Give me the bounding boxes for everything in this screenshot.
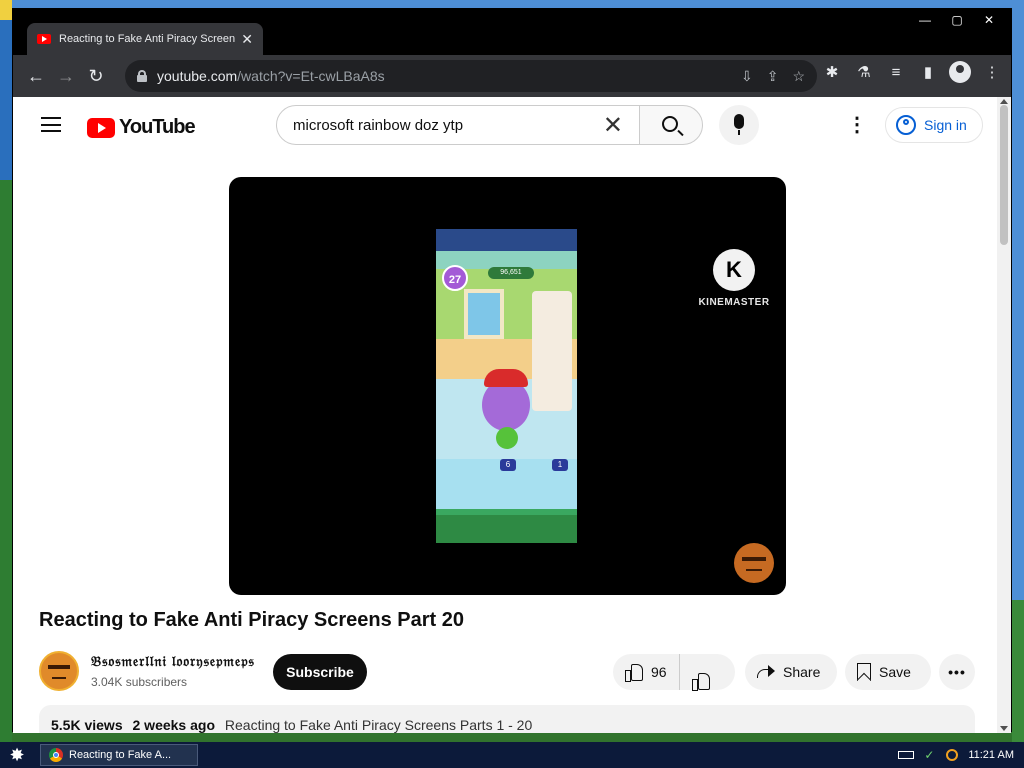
description-text: Reacting to Fake Anti Piracy Screens Par… bbox=[224, 717, 533, 733]
game-fridge-art bbox=[532, 291, 572, 411]
kinemaster-logo-icon: K bbox=[713, 249, 755, 291]
hamburger-menu-icon[interactable] bbox=[41, 117, 61, 132]
maximize-button[interactable]: ▢ bbox=[943, 11, 971, 29]
video-player[interactable]: 27 96,651 6 1 K KINEMASTER bbox=[229, 177, 786, 595]
share-arrow-icon bbox=[757, 665, 775, 679]
youtube-header: YouTube microsoft rainbow doz ytp ✕ ⋮ Si… bbox=[13, 97, 999, 153]
tab-close-icon[interactable]: ✕ bbox=[241, 31, 253, 48]
kinemaster-text: KINEMASTER bbox=[698, 297, 770, 308]
voice-search-button[interactable] bbox=[719, 105, 759, 145]
taskbar-browser-item[interactable]: Reacting to Fake A... bbox=[40, 744, 198, 766]
url-host: youtube.com bbox=[157, 68, 238, 84]
omnibox-actions: ⇩ ⇪ ☆ bbox=[741, 68, 805, 85]
scroll-up-arrow-icon[interactable] bbox=[1000, 99, 1008, 104]
media-queue-icon[interactable]: ≡ bbox=[885, 64, 907, 81]
game-coins: 96,651 bbox=[488, 267, 534, 279]
subscribe-button[interactable]: Subscribe bbox=[273, 654, 367, 690]
tray-search-icon[interactable] bbox=[946, 749, 959, 761]
keyboard-icon[interactable] bbox=[898, 751, 915, 759]
search-icon bbox=[662, 116, 678, 132]
address-bar[interactable]: youtube.com/watch?v=Et-cwLBaA8s ⇩ ⇪ ☆ bbox=[125, 60, 817, 92]
browser-tab[interactable]: Reacting to Fake Anti Piracy Screens Par… bbox=[27, 23, 263, 55]
kinemaster-watermark: K KINEMASTER bbox=[695, 249, 773, 308]
channel-avatar[interactable] bbox=[39, 651, 79, 691]
video-frame-game: 27 96,651 6 1 bbox=[436, 229, 577, 543]
channel-name[interactable]: 𝔅𝔰𝔬𝔰𝔪𝔢𝔯𝔩𝔩𝔫𝔦 𝔩𝔬𝔬𝔯𝔶𝔰𝔢𝔭𝔪𝔢𝔭𝔰 bbox=[91, 653, 255, 670]
view-count: 5.5K views bbox=[51, 717, 123, 733]
game-counter-left: 6 bbox=[500, 459, 516, 471]
scrollbar-thumb[interactable] bbox=[1000, 105, 1008, 245]
thumbs-up-icon bbox=[625, 663, 643, 682]
system-tray: ✓ 11:21 AM bbox=[898, 742, 1014, 768]
sign-in-button[interactable]: Sign in bbox=[885, 107, 983, 143]
taskbar: ✸ Reacting to Fake A... ✓ 11:21 AM bbox=[0, 742, 1024, 768]
youtube-page: YouTube microsoft rainbow doz ytp ✕ ⋮ Si… bbox=[13, 97, 999, 733]
minimize-button[interactable]: — bbox=[911, 11, 939, 29]
youtube-favicon-icon bbox=[37, 34, 51, 44]
share-label: Share bbox=[783, 664, 821, 680]
microphone-icon bbox=[734, 114, 744, 129]
tab-title: Reacting to Fake Anti Piracy Screens Par… bbox=[59, 33, 236, 45]
browser-toolbar: ← → ↻ youtube.com/watch?v=Et-cwLBaA8s ⇩ … bbox=[13, 55, 1011, 97]
upload-age: 2 weeks ago bbox=[132, 717, 216, 733]
url-text[interactable]: youtube.com/watch?v=Et-cwLBaA8s bbox=[157, 68, 741, 84]
share-page-icon[interactable]: ⇪ bbox=[767, 68, 779, 85]
search-button[interactable] bbox=[639, 105, 703, 145]
settings-kebab-icon[interactable]: ⋮ bbox=[847, 115, 867, 135]
start-button[interactable]: ✸ bbox=[0, 742, 34, 768]
side-panel-icon[interactable]: ▮ bbox=[917, 63, 939, 81]
page-scrollbar[interactable] bbox=[997, 97, 1011, 733]
install-app-icon[interactable]: ⇩ bbox=[741, 68, 753, 85]
microphone-stand bbox=[738, 130, 740, 135]
forward-arrow-icon[interactable]: → bbox=[51, 61, 81, 91]
clear-search-icon[interactable]: ✕ bbox=[603, 111, 623, 140]
toolbar-right-icons: ✱ ⚗ ≡ ▮ ⋮ bbox=[821, 61, 1003, 83]
video-title: Reacting to Fake Anti Piracy Screens Par… bbox=[39, 609, 464, 631]
game-window-art bbox=[464, 289, 504, 339]
description-box[interactable]: 5.5K views 2 weeks ago Reacting to Fake … bbox=[39, 705, 975, 733]
more-actions-button[interactable]: ••• bbox=[939, 654, 975, 690]
save-label: Save bbox=[879, 664, 911, 680]
save-button[interactable]: Save bbox=[845, 654, 931, 690]
game-counter-right: 1 bbox=[552, 459, 568, 471]
taskbar-item-label: Reacting to Fake A... bbox=[69, 749, 172, 761]
subscriber-count: 3.04K subscribers bbox=[91, 675, 188, 689]
lock-icon bbox=[137, 70, 147, 82]
share-button[interactable]: Share bbox=[745, 654, 837, 690]
network-icon[interactable]: ✓ bbox=[924, 749, 936, 761]
youtube-logo-text: YouTube bbox=[119, 116, 196, 138]
like-count: 96 bbox=[651, 664, 667, 680]
youtube-play-icon bbox=[87, 117, 115, 138]
chrome-icon bbox=[49, 748, 63, 762]
sign-in-label: Sign in bbox=[924, 117, 967, 133]
browser-window: Reacting to Fake Anti Piracy Screens Par… bbox=[12, 8, 1012, 733]
search-input[interactable]: microsoft rainbow doz ytp ✕ bbox=[276, 105, 640, 145]
youtube-logo[interactable]: YouTube bbox=[87, 116, 196, 139]
desktop-edge-left bbox=[0, 0, 12, 742]
account-icon bbox=[896, 115, 916, 135]
bookmark-star-icon[interactable]: ☆ bbox=[792, 68, 805, 85]
desktop-edge-right bbox=[1012, 0, 1024, 742]
window-controls: — ▢ ✕ bbox=[911, 11, 1003, 29]
reload-icon[interactable]: ↻ bbox=[81, 61, 111, 91]
back-arrow-icon[interactable]: ← bbox=[21, 61, 51, 91]
close-window-button[interactable]: ✕ bbox=[975, 11, 1003, 29]
game-bottom-bar bbox=[436, 515, 577, 543]
scroll-down-arrow-icon[interactable] bbox=[1000, 726, 1008, 731]
search-query-text[interactable]: microsoft rainbow doz ytp bbox=[293, 117, 603, 134]
browser-menu-icon[interactable]: ⋮ bbox=[981, 63, 1003, 81]
game-apple-icon bbox=[496, 427, 518, 449]
game-pet-character bbox=[482, 369, 530, 431]
like-button[interactable]: 96 bbox=[613, 654, 680, 690]
like-dislike-group: 96 bbox=[613, 654, 735, 690]
extensions-puzzle-icon[interactable]: ✱ bbox=[821, 63, 843, 81]
save-bookmark-icon bbox=[857, 663, 871, 681]
labs-flask-icon[interactable]: ⚗ bbox=[853, 63, 875, 81]
url-path: /watch?v=Et-cwLBaA8s bbox=[237, 68, 385, 84]
clock[interactable]: 11:21 AM bbox=[968, 749, 1014, 761]
profile-avatar-icon[interactable] bbox=[949, 61, 971, 83]
channel-watermark-avatar[interactable] bbox=[734, 543, 774, 583]
game-level-badge: 27 bbox=[442, 265, 468, 291]
browser-titlebar: Reacting to Fake Anti Piracy Screens Par… bbox=[13, 9, 1011, 55]
